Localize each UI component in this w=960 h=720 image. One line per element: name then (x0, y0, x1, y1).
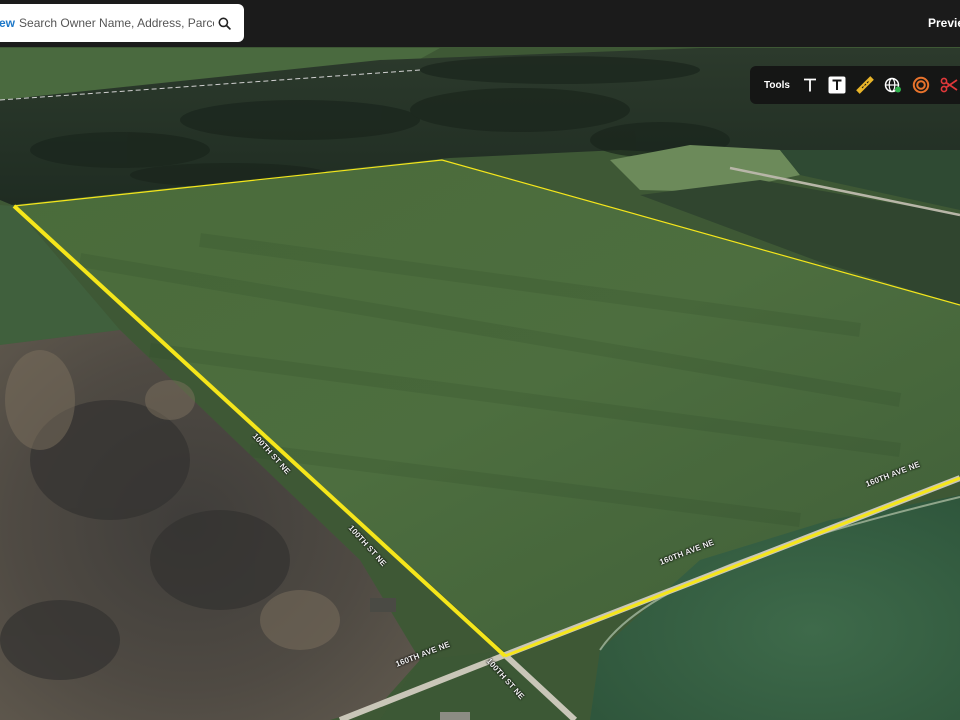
farm-equipment (370, 598, 396, 612)
scissors-icon[interactable] (940, 76, 958, 94)
globe-pin-icon[interactable] (884, 76, 902, 94)
text-box-icon[interactable] (828, 76, 846, 94)
tools-panel: Tools (750, 66, 960, 104)
search-box: ew (0, 4, 244, 42)
text-icon[interactable] (802, 76, 818, 94)
search-input[interactable] (19, 16, 214, 30)
header-bar: ew Preview (0, 0, 960, 47)
tools-label: Tools (764, 79, 790, 91)
ruler-icon[interactable] (856, 76, 874, 94)
search-icon[interactable] (214, 13, 234, 33)
bins (440, 712, 470, 720)
preview-button[interactable]: Preview (928, 16, 960, 30)
search-view-label[interactable]: ew (0, 16, 15, 30)
buffer-ring-icon[interactable] (912, 76, 930, 94)
satellite-map[interactable] (0, 0, 960, 720)
